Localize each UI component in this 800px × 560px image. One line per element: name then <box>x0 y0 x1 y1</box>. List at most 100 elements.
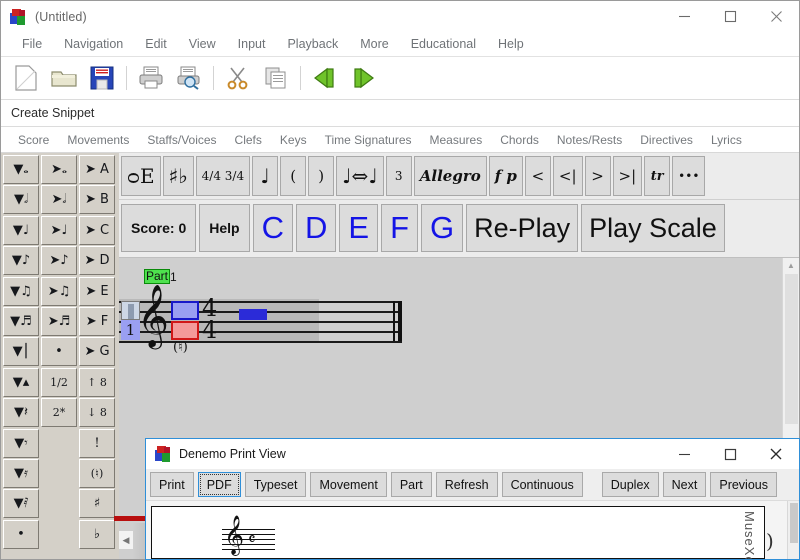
insert-rest-sixteenth[interactable]: ▼𝄿 <box>3 458 39 488</box>
trill-button[interactable]: tr <box>644 156 671 196</box>
octave-down-button[interactable]: ↓ 8 <box>79 398 115 428</box>
insert-sixteenth-note[interactable]: ▼♫ <box>3 276 39 306</box>
cut-icon[interactable] <box>219 60 257 96</box>
tab-directives[interactable]: Directives <box>631 127 702 153</box>
append-note-a[interactable]: ➤ A <box>79 155 115 184</box>
menu-playback[interactable]: Playback <box>276 32 349 57</box>
crescendo-end-button[interactable]: <| <box>552 156 583 196</box>
diminuendo-end-button[interactable]: >| <box>612 156 643 196</box>
next-button[interactable]: Next <box>662 472 707 497</box>
duplex-button[interactable]: Duplex <box>601 472 659 497</box>
copy-icon[interactable] <box>257 60 295 96</box>
insert-eighth-note[interactable]: ▼♪ <box>3 246 39 276</box>
staccato-button[interactable]: ! <box>79 428 115 458</box>
tab-score[interactable]: Score <box>9 127 58 153</box>
note-c-button[interactable]: C <box>252 204 293 252</box>
tab-time-signatures[interactable]: Time Signatures <box>316 127 421 153</box>
crescendo-button[interactable]: < <box>524 156 551 196</box>
tab-clefs[interactable]: Clefs <box>226 127 271 153</box>
menu-more[interactable]: More <box>349 32 399 57</box>
scroll-up-icon[interactable]: ▲ <box>783 258 799 273</box>
tuplet-button[interactable]: 3 <box>385 156 412 196</box>
append-note-d[interactable]: ➤ D <box>79 246 115 276</box>
scrollbar-thumb[interactable] <box>790 503 798 543</box>
insert-rest-quarter[interactable]: ▼𝄽 <box>3 398 39 428</box>
tempo-allegro-button[interactable]: Allegro <box>413 156 487 196</box>
scrollbar-thumb[interactable] <box>785 274 798 424</box>
go-start-icon[interactable] <box>306 60 344 96</box>
slur-close-button[interactable]: ) <box>308 156 335 196</box>
close-icon[interactable] <box>753 1 799 32</box>
dynamic-fp-button[interactable]: f p <box>488 156 523 196</box>
print-icon[interactable] <box>132 60 170 96</box>
typeset-button[interactable]: Typeset <box>244 472 307 497</box>
go-end-icon[interactable] <box>344 60 382 96</box>
minimize-icon[interactable] <box>661 439 707 469</box>
note-e-button[interactable]: E <box>339 204 379 252</box>
tie-button[interactable]: ♩⇔♩ <box>336 156 384 196</box>
diminuendo-button[interactable]: > <box>584 156 611 196</box>
print-button[interactable]: Print <box>150 472 194 497</box>
selection-box-lower[interactable] <box>171 321 199 340</box>
note-f-button[interactable]: F <box>381 204 418 252</box>
note-d-button[interactable]: D <box>295 204 337 252</box>
print-preview-icon[interactable] <box>170 60 208 96</box>
menu-file[interactable]: File <box>11 32 53 57</box>
menu-edit[interactable]: Edit <box>134 32 178 57</box>
change-eighth-note[interactable]: ➤♪ <box>41 246 77 276</box>
slur-open-button[interactable]: ( <box>280 156 307 196</box>
preview-vertical-scrollbar[interactable] <box>787 501 799 559</box>
score-display[interactable]: Score: 0 <box>121 204 197 252</box>
open-folder-icon[interactable] <box>45 60 83 96</box>
insert-whole-note[interactable]: ▼𝅝 <box>3 155 39 184</box>
time-signature-button[interactable]: 4/4 3/4 <box>195 156 251 196</box>
refresh-button[interactable]: Refresh <box>435 472 498 497</box>
change-half-note[interactable]: ➤𝅗𝅥 <box>41 185 77 215</box>
key-signature-button[interactable]: ♯♭ <box>162 156 194 196</box>
maximize-icon[interactable] <box>707 439 753 469</box>
note-duration-button[interactable]: ♩ <box>252 156 279 196</box>
help-button[interactable]: Help <box>199 204 250 252</box>
tab-chords[interactable]: Chords <box>491 127 548 153</box>
note-g-button[interactable]: G <box>421 204 464 252</box>
tab-lyrics[interactable]: Lyrics <box>702 127 751 153</box>
append-note-f[interactable]: ➤ F <box>79 306 115 336</box>
append-note-c[interactable]: ➤ C <box>79 215 115 245</box>
replay-button[interactable]: Re-Play <box>466 204 579 252</box>
tab-keys[interactable]: Keys <box>271 127 316 153</box>
pdf-button[interactable]: PDF <box>197 472 241 497</box>
continuous-button[interactable]: Continuous <box>501 472 583 497</box>
minimize-icon[interactable] <box>661 1 707 32</box>
insert-quarter-note[interactable]: ▼♩ <box>3 215 39 245</box>
tab-staffs-voices[interactable]: Staffs/Voices <box>138 127 225 153</box>
previous-button[interactable]: Previous <box>710 472 777 497</box>
insert-dot[interactable]: • <box>3 519 39 549</box>
tab-notes-rests[interactable]: Notes/Rests <box>548 127 631 153</box>
close-icon[interactable] <box>753 439 799 469</box>
insert-thirtysecond-note[interactable]: ▼♬ <box>3 306 39 336</box>
tab-movements[interactable]: Movements <box>58 127 138 153</box>
snippet-bar[interactable]: Create Snippet <box>1 100 799 127</box>
save-icon[interactable] <box>83 60 121 96</box>
staff[interactable]: 1 𝄞 4 4 (♮) <box>119 289 404 355</box>
change-quarter-note[interactable]: ➤♩ <box>41 215 77 245</box>
more-button[interactable]: ••• <box>672 156 706 196</box>
menu-help[interactable]: Help <box>487 32 535 57</box>
insert-longa[interactable]: ▼▴ <box>3 367 39 397</box>
print-preview-canvas[interactable]: 𝄞 𝄴 MuseXe ) <box>146 501 799 559</box>
double-tuplet-button[interactable]: 2* <box>41 398 77 428</box>
dot-button[interactable]: • <box>41 337 77 367</box>
maximize-icon[interactable] <box>707 1 753 32</box>
append-note-e[interactable]: ➤ E <box>79 276 115 306</box>
new-document-icon[interactable] <box>7 60 45 96</box>
natural-cautionary-button[interactable]: (♮) <box>79 458 115 488</box>
part-button[interactable]: Part <box>390 472 432 497</box>
chevron-left-icon[interactable]: ◀ <box>119 531 133 549</box>
insert-rest-thirtysecond[interactable]: ▼𝅀 <box>3 489 39 519</box>
half-tuplet-button[interactable]: 1/2 <box>41 367 77 397</box>
menu-view[interactable]: View <box>178 32 227 57</box>
change-thirtysecond-note[interactable]: ➤♬ <box>41 306 77 336</box>
menu-educational[interactable]: Educational <box>400 32 487 57</box>
flat-button[interactable]: ♭ <box>79 519 115 549</box>
append-note-b[interactable]: ➤ B <box>79 185 115 215</box>
